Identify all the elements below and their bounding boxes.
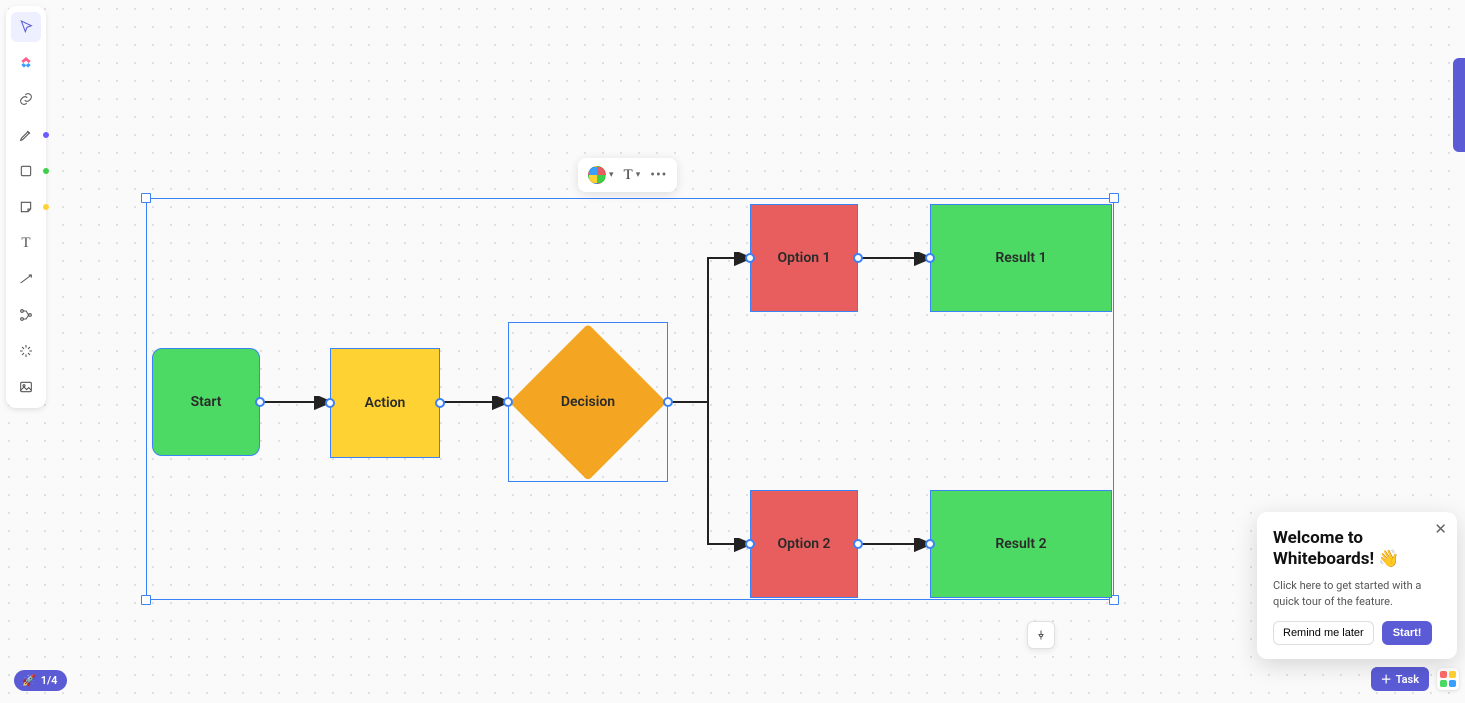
node-label: Action bbox=[365, 395, 406, 411]
sticky-color-dot bbox=[43, 204, 49, 210]
image-tool[interactable] bbox=[11, 372, 41, 402]
shape-color-picker[interactable]: ▾ bbox=[588, 166, 614, 184]
port-right[interactable] bbox=[663, 397, 673, 407]
close-icon[interactable]: ✕ bbox=[1434, 520, 1447, 538]
node-label: Option 2 bbox=[777, 536, 830, 552]
task-pill-label: Task bbox=[1396, 673, 1419, 686]
shape-tool[interactable] bbox=[11, 156, 41, 186]
connector-tool[interactable] bbox=[11, 264, 41, 294]
port-right[interactable] bbox=[853, 253, 863, 263]
node-label: Start bbox=[191, 394, 222, 410]
color-swatch-icon bbox=[588, 166, 606, 184]
node-option1[interactable]: Option 1 bbox=[750, 204, 858, 312]
text-style-icon: T bbox=[624, 167, 633, 184]
remind-later-button[interactable]: Remind me later bbox=[1273, 621, 1374, 645]
link-tool[interactable] bbox=[11, 84, 41, 114]
apps-palette-button[interactable] bbox=[1437, 668, 1459, 690]
text-tool[interactable]: T bbox=[11, 228, 41, 258]
pin-embed-bar[interactable] bbox=[1027, 621, 1055, 649]
resize-handle-tr[interactable] bbox=[1109, 193, 1119, 203]
node-result2[interactable]: Result 2 bbox=[930, 490, 1112, 598]
node-label: Decision bbox=[561, 394, 615, 410]
onboarding-progress-text: 1/4 bbox=[41, 674, 58, 687]
resize-handle-tl[interactable] bbox=[141, 193, 151, 203]
highlighter-tool[interactable] bbox=[11, 120, 41, 150]
shape-text-style[interactable]: T ▾ bbox=[624, 167, 641, 184]
highlighter-color-dot bbox=[43, 132, 49, 138]
port-left[interactable] bbox=[503, 397, 513, 407]
shape-toolbar: ▾ T ▾ ••• bbox=[578, 158, 677, 192]
node-label: Result 2 bbox=[995, 536, 1046, 552]
port-left[interactable] bbox=[925, 253, 935, 263]
chevron-down-icon: ▾ bbox=[636, 170, 641, 180]
node-label: Result 1 bbox=[995, 250, 1046, 266]
sticky-note-tool[interactable] bbox=[11, 192, 41, 222]
create-task-button[interactable]: ＋ Task bbox=[1371, 667, 1429, 691]
resize-handle-bl[interactable] bbox=[141, 595, 151, 605]
shape-more-menu[interactable]: ••• bbox=[650, 167, 667, 183]
cursor-tool[interactable] bbox=[11, 12, 41, 42]
node-label: Option 1 bbox=[777, 250, 830, 266]
onboarding-progress-badge[interactable]: 🚀 1/4 bbox=[14, 670, 67, 691]
node-start[interactable]: Start bbox=[152, 348, 260, 456]
node-result1[interactable]: Result 1 bbox=[930, 204, 1112, 312]
welcome-title: Welcome to Whiteboards! 👋 bbox=[1273, 528, 1441, 571]
port-left[interactable] bbox=[325, 398, 335, 408]
node-action[interactable]: Action bbox=[330, 348, 440, 458]
node-option2[interactable]: Option 2 bbox=[750, 490, 858, 598]
welcome-popover: ✕ Welcome to Whiteboards! 👋 Click here t… bbox=[1257, 512, 1457, 659]
port-left[interactable] bbox=[925, 539, 935, 549]
port-right[interactable] bbox=[255, 397, 265, 407]
port-left[interactable] bbox=[745, 253, 755, 263]
relation-tool[interactable] bbox=[11, 300, 41, 330]
rocket-icon: 🚀 bbox=[22, 674, 36, 687]
port-left[interactable] bbox=[745, 539, 755, 549]
start-tour-button[interactable]: Start! bbox=[1382, 621, 1433, 645]
clickup-tool[interactable] bbox=[11, 48, 41, 78]
shape-color-dot bbox=[43, 168, 49, 174]
plus-icon: ＋ bbox=[1381, 671, 1392, 687]
port-right[interactable] bbox=[853, 539, 863, 549]
port-right[interactable] bbox=[435, 398, 445, 408]
welcome-body: Click here to get started with a quick t… bbox=[1273, 578, 1441, 609]
left-toolbar: T bbox=[6, 6, 46, 408]
ai-tool[interactable] bbox=[11, 336, 41, 366]
node-decision[interactable]: Decision bbox=[508, 322, 668, 482]
bottom-right-controls: ＋ Task bbox=[1371, 667, 1459, 691]
right-side-panel-tab[interactable] bbox=[1453, 58, 1465, 152]
chevron-down-icon: ▾ bbox=[609, 170, 614, 180]
